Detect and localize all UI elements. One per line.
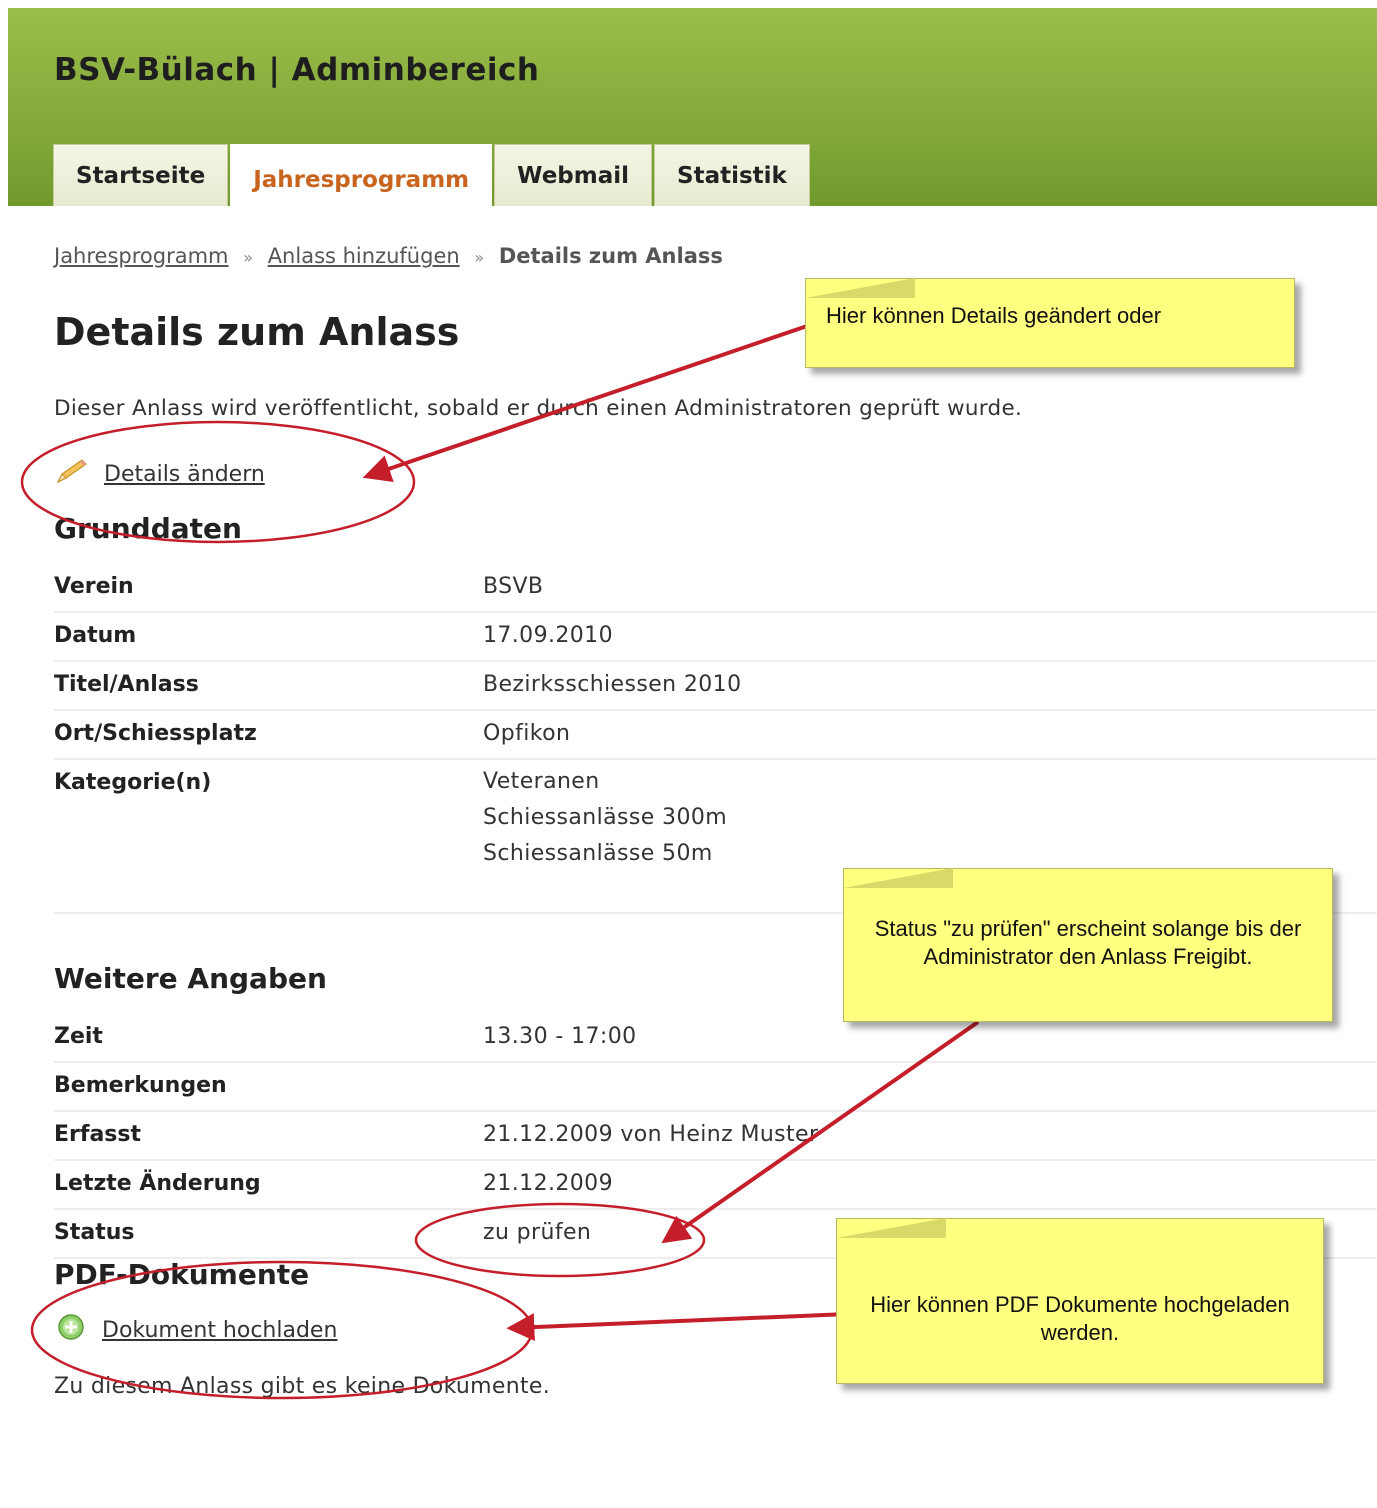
table-row: Titel/Anlass Bezirksschiessen 2010: [54, 662, 1377, 711]
section-heading-pdf-dokumente: PDF-Dokumente: [54, 1258, 310, 1291]
row-label: Erfasst: [54, 1122, 142, 1147]
row-value: 17.09.2010: [483, 623, 613, 648]
breadcrumb-link-jahresprogramm[interactable]: Jahresprogramm: [54, 244, 229, 268]
table-row: Bemerkungen: [54, 1063, 1377, 1112]
row-label: Titel/Anlass: [54, 672, 199, 697]
row-value: Opfikon: [483, 721, 571, 746]
row-label: Status: [54, 1220, 135, 1245]
tab-startseite[interactable]: Startseite: [53, 144, 229, 206]
no-documents-text: Zu diesem Anlass gibt es keine Dokumente…: [54, 1374, 551, 1399]
row-value: Bezirksschiessen 2010: [483, 672, 742, 697]
annotation-note-text: Hier können Details geändert oder: [826, 303, 1162, 328]
status-value: zu prüfen: [483, 1220, 592, 1245]
row-value: 21.12.2009: [483, 1171, 613, 1196]
annotation-note-status: Status "zu prüfen" erscheint solange bis…: [843, 868, 1333, 1022]
row-value: BSVB: [483, 574, 544, 599]
pencil-icon[interactable]: [54, 456, 90, 492]
annotation-note-upload: Hier können PDF Dokumente hochgeladen we…: [836, 1218, 1324, 1384]
breadcrumb-separator: »: [474, 248, 485, 267]
row-label: Bemerkungen: [54, 1073, 227, 1098]
annotation-note-text: Hier können PDF Dokumente hochgeladen we…: [870, 1292, 1290, 1345]
tab-jahresprogramm[interactable]: Jahresprogramm: [230, 144, 493, 214]
category-item: Schiessanlässe 300m: [483, 805, 728, 830]
upload-document-link[interactable]: Dokument hochladen: [102, 1318, 337, 1343]
row-label: Verein: [54, 574, 134, 599]
row-label: Zeit: [54, 1024, 103, 1049]
annotation-note-edit: Hier können Details geändert oder: [805, 278, 1295, 368]
row-label: Ort/Schiessplatz: [54, 721, 257, 746]
annotation-arrow-upload: [506, 1312, 849, 1342]
row-value: 21.12.2009 von Heinz Muster: [483, 1122, 819, 1147]
tab-statistik[interactable]: Statistik: [654, 144, 810, 206]
publish-info-text: Dieser Anlass wird veröffentlicht, sobal…: [54, 396, 1023, 421]
table-row: Verein BSVB: [54, 564, 1377, 613]
row-value: 13.30 - 17:00: [483, 1024, 637, 1049]
table-row: Erfasst 21.12.2009 von Heinz Muster: [54, 1112, 1377, 1161]
main-navigation-tabs: Startseite Jahresprogramm Webmail Statis…: [53, 144, 812, 214]
section-heading-weitere-angaben: Weitere Angaben: [54, 962, 327, 995]
edit-details-row: Details ändern: [54, 456, 265, 492]
row-label: Datum: [54, 623, 137, 648]
row-label: Letzte Änderung: [54, 1171, 261, 1196]
edit-details-link[interactable]: Details ändern: [104, 462, 265, 487]
grunddaten-table: Verein BSVB Datum 17.09.2010 Titel/Anlas…: [54, 564, 1377, 914]
category-item: Schiessanlässe 50m: [483, 841, 713, 866]
table-row: Letzte Änderung 21.12.2009: [54, 1161, 1377, 1210]
upload-document-row: Dokument hochladen: [54, 1312, 337, 1348]
breadcrumb-separator: »: [243, 248, 253, 267]
breadcrumb-link-anlass-hinzufuegen[interactable]: Anlass hinzufügen: [268, 244, 460, 268]
row-label: Kategorie(n): [54, 770, 212, 795]
page-title: Details zum Anlass: [54, 310, 460, 354]
table-row: Datum 17.09.2010: [54, 613, 1377, 662]
site-title: BSV-Bülach | Adminbereich: [54, 52, 540, 88]
category-item: Veteranen: [483, 769, 600, 794]
add-circle-icon[interactable]: [54, 1312, 88, 1348]
site-header: BSV-Bülach | Adminbereich Startseite Jah…: [8, 8, 1377, 214]
breadcrumb-current: Details zum Anlass: [498, 244, 723, 268]
annotation-note-text: Status "zu prüfen" erscheint solange bis…: [874, 916, 1302, 969]
table-row: Ort/Schiessplatz Opfikon: [54, 711, 1377, 760]
categories-list: Veteranen Schiessanlässe 300m Schiessanl…: [483, 760, 727, 912]
section-heading-grunddaten: Grunddaten: [54, 512, 242, 545]
tab-webmail[interactable]: Webmail: [494, 144, 653, 206]
breadcrumb: Jahresprogramm » Anlass hinzufügen » Det…: [54, 244, 723, 268]
